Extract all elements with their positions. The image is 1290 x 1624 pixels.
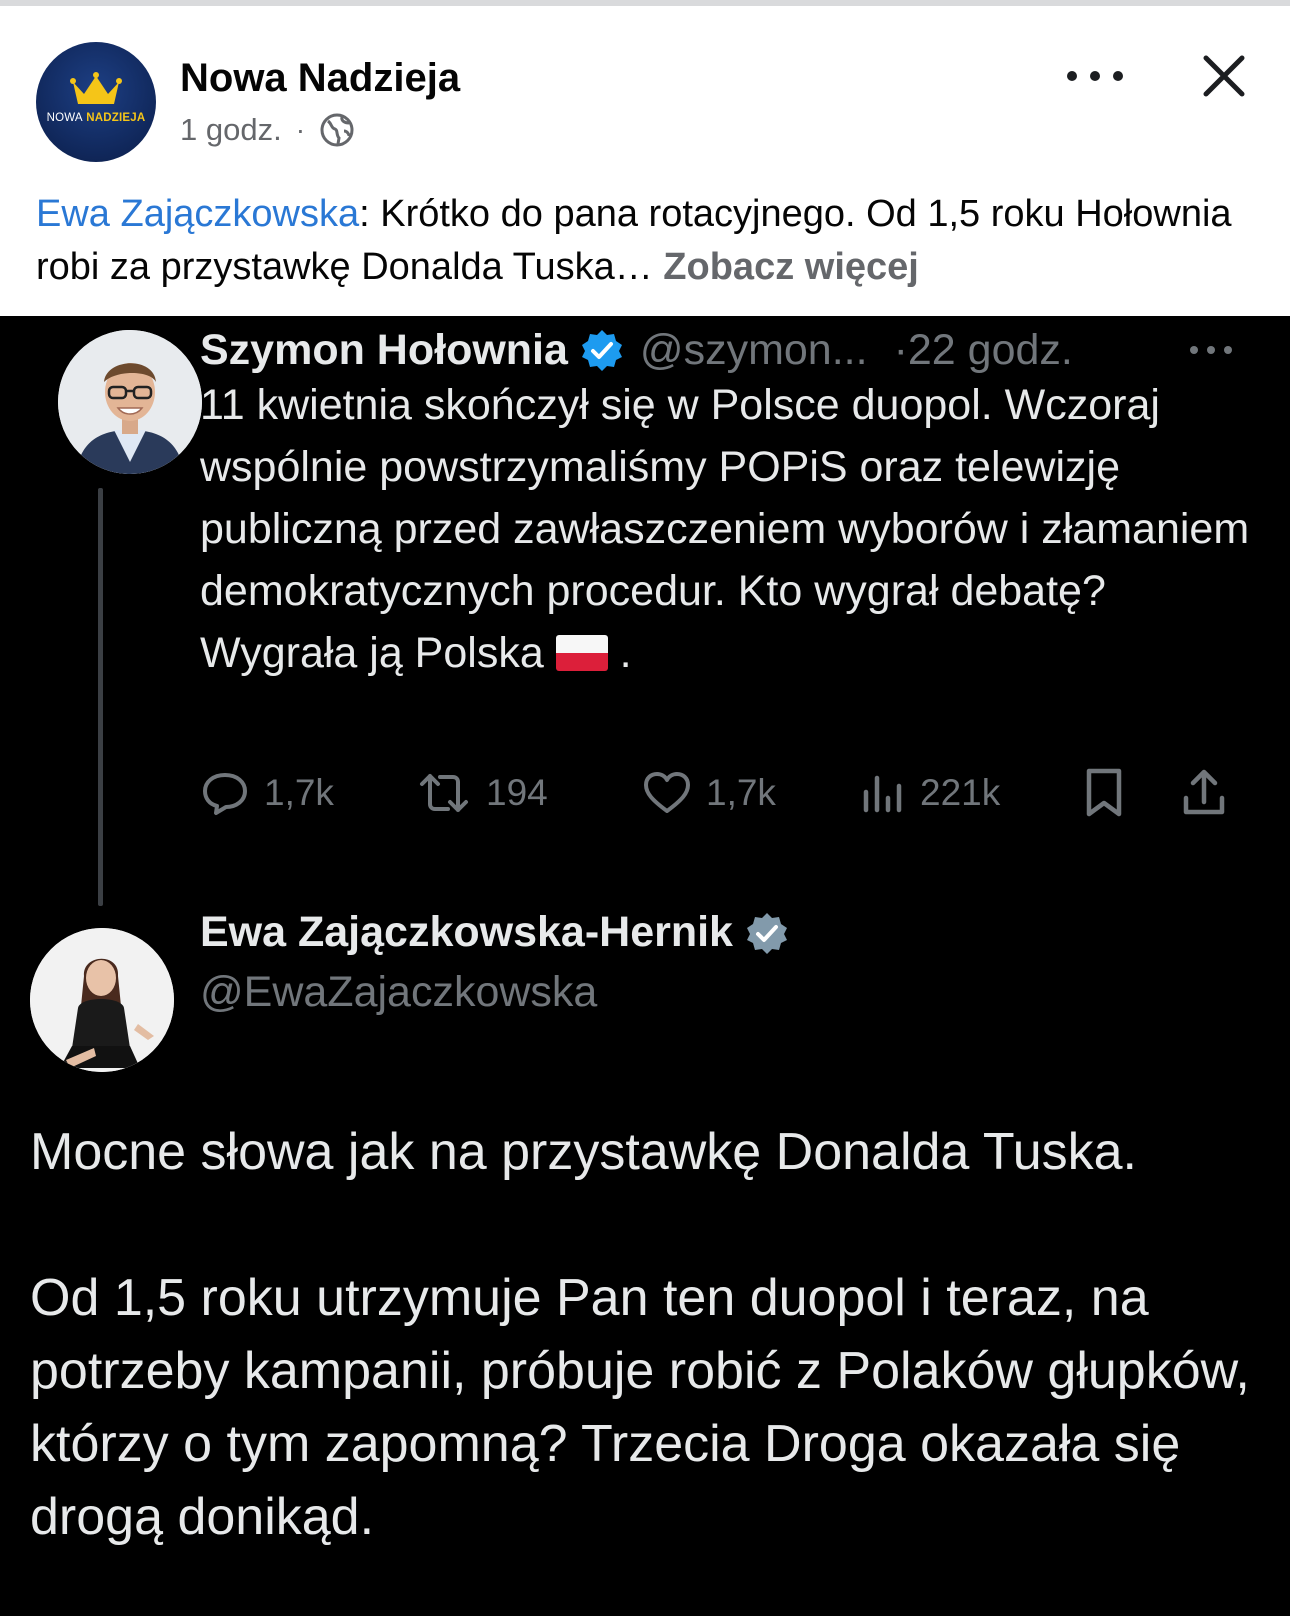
holownia-avatar xyxy=(58,330,202,474)
page-avatar[interactable]: NOWA NADZIEJA xyxy=(36,42,156,162)
meta-separator: · xyxy=(295,114,306,145)
views-action: 221k xyxy=(860,758,1000,828)
tweet1-text: 11 kwietnia skończył się w Polsce duopol… xyxy=(200,374,1270,684)
tweet2-paragraph: Od 1,5 roku utrzymuje Pan ten duopol i t… xyxy=(30,1269,1250,1546)
tweet1-timestamp: ·22 godz. xyxy=(893,325,1073,374)
tweet2-author-handle: @EwaZajaczkowska xyxy=(200,968,598,1016)
tweet1-author-name: Szymon Hołownia xyxy=(200,325,568,374)
retweet-count: 194 xyxy=(486,772,548,813)
retweet-icon xyxy=(420,774,468,812)
tweet2-header: Ewa Zajączkowska-Hernik xyxy=(200,908,789,957)
post-meta: 1 godz. · xyxy=(180,112,355,148)
share-action xyxy=(1180,758,1228,828)
crown-icon xyxy=(70,72,122,104)
tweet1-header: Szymon Hołownia @szymon... ·22 godz. xyxy=(200,320,1073,380)
tweet1-author-handle: @szymon... xyxy=(639,325,868,374)
tweet1-text-main: 11 kwietnia skończył się w Polsce duopol… xyxy=(200,381,1250,677)
views-count: 221k xyxy=(920,772,1001,813)
tweet2-author-name: Ewa Zajączkowska-Hernik xyxy=(200,908,733,956)
close-icon[interactable] xyxy=(1198,50,1250,102)
post-time[interactable]: 1 godz. xyxy=(180,112,282,148)
tweet2-paragraph: Mocne słowa jak na przystawkę Donalda Tu… xyxy=(30,1123,1137,1181)
logo-text-part2: NADZIEJA xyxy=(86,112,146,124)
views-chart-icon xyxy=(863,775,902,813)
globe-icon xyxy=(320,113,354,147)
like-count: 1,7k xyxy=(706,772,776,813)
facebook-post-header: NOWA NADZIEJA Nowa Nadzieja 1 godz. · Ew… xyxy=(0,6,1290,316)
zajaczkowska-avatar xyxy=(30,928,174,1072)
verified-badge-icon xyxy=(746,912,787,954)
page-name[interactable]: Nowa Nadzieja xyxy=(180,56,460,101)
verified-badge-icon xyxy=(581,330,622,371)
person-portrait-icon xyxy=(58,330,202,474)
more-options-icon[interactable] xyxy=(1060,56,1130,96)
like-action: 1,7k xyxy=(642,758,776,828)
reply-action: 1,7k xyxy=(200,758,334,828)
caption-author-link[interactable]: Ewa Zajączkowska xyxy=(36,193,359,235)
tweet1-action-bar: 1,7k 194 1,7k 221k xyxy=(200,758,1240,828)
retweet-action: 194 xyxy=(416,758,548,828)
tweet1-text-end: . xyxy=(619,629,632,677)
tweet2-text: Mocne słowa jak na przystawkę Donalda Tu… xyxy=(30,1116,1260,1554)
tweet-screenshot-image[interactable]: Szymon Hołownia @szymon... ·22 godz. 11 … xyxy=(0,316,1290,1616)
poland-flag-icon xyxy=(555,635,608,671)
person-portrait-icon xyxy=(30,928,174,1072)
bookmark-icon xyxy=(1086,768,1122,817)
tweet1-more-icon xyxy=(1190,346,1232,354)
thread-connector-line xyxy=(98,488,103,906)
page-logo-text: NOWA NADZIEJA xyxy=(36,112,156,124)
logo-text-part1: NOWA xyxy=(46,112,83,124)
share-icon xyxy=(1183,769,1225,815)
bottom-divider xyxy=(0,1616,1290,1624)
bookmark-action xyxy=(1082,758,1126,828)
reply-count: 1,7k xyxy=(264,772,334,813)
post-caption: Ewa Zajączkowska: Krótko do pana rotacyj… xyxy=(36,188,1266,294)
see-more-link[interactable]: Zobacz więcej xyxy=(663,246,919,288)
heart-icon xyxy=(644,772,690,813)
reply-icon xyxy=(203,773,247,815)
